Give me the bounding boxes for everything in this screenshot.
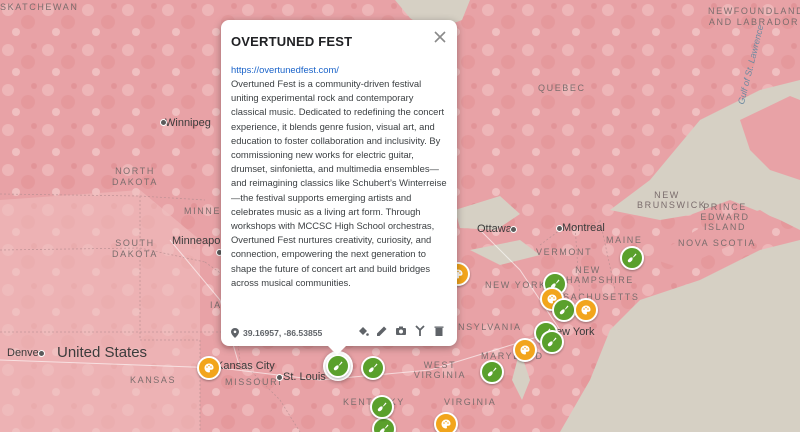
popup-title: OVERTUNED FEST xyxy=(231,34,353,49)
selected-marker[interactable] xyxy=(326,354,350,378)
city-dot-icon xyxy=(160,119,167,126)
label-west-virginia: WEST VIRGINIA xyxy=(413,360,467,380)
label-pei: PRINCE EDWARD ISLAND xyxy=(700,202,750,232)
camera-icon[interactable] xyxy=(395,324,407,336)
label-new-york-state: NEW YORK xyxy=(485,280,547,290)
label-north-dakota: NORTH DAKOTA xyxy=(112,166,158,187)
trash-icon[interactable] xyxy=(433,324,445,336)
popup-description: Overtuned Fest is a community-driven fes… xyxy=(231,78,447,288)
paint-bucket-icon[interactable] xyxy=(357,324,369,336)
label-south-dakota: SOUTH DAKOTA xyxy=(112,238,158,259)
map-marker[interactable] xyxy=(370,395,394,419)
label-united-states: United States xyxy=(57,344,148,361)
city-dot-icon xyxy=(276,374,283,381)
label-vermont: VERMONT xyxy=(536,247,593,257)
label-missouri: MISSOURI xyxy=(225,377,283,387)
city-dot-icon xyxy=(556,225,563,232)
label-maine: MAINE xyxy=(606,235,643,245)
guitar-icon xyxy=(627,253,637,263)
place-info-popup: OVERTUNED FEST https://overtunedfest.com… xyxy=(221,20,457,355)
guitar-icon xyxy=(547,337,557,347)
guitar-icon xyxy=(333,361,343,371)
label-montreal: Montreal xyxy=(562,222,605,234)
popup-toolbar xyxy=(357,324,445,336)
palette-icon xyxy=(441,419,451,429)
label-virginia: VIRGINIA xyxy=(444,397,497,407)
route-icon[interactable] xyxy=(414,324,426,336)
map-marker[interactable] xyxy=(434,412,458,432)
label-new-hampshire: NEW HAMPSHIRE xyxy=(566,265,634,285)
map-marker[interactable] xyxy=(620,246,644,270)
map-marker[interactable] xyxy=(540,330,564,354)
label-st-louis: St. Louis xyxy=(283,371,326,383)
pencil-icon[interactable] xyxy=(376,324,388,336)
label-winnipeg: Winnipeg xyxy=(165,117,211,129)
map-marker[interactable] xyxy=(513,338,537,362)
guitar-icon xyxy=(377,402,387,412)
coordinates-text: 39.16957, -86.53855 xyxy=(243,328,323,338)
close-icon[interactable] xyxy=(433,30,447,44)
map-marker[interactable] xyxy=(480,360,504,384)
label-massachusetts: SACHUSETTS xyxy=(563,292,640,302)
city-dot-icon xyxy=(510,226,517,233)
label-partial-state: IA xyxy=(210,300,222,310)
label-kansas-city: Kansas City xyxy=(216,360,275,372)
palette-icon xyxy=(581,305,591,315)
label-kansas: KANSAS xyxy=(130,375,177,385)
map-marker[interactable] xyxy=(197,356,221,380)
label-ottawa: Ottawa xyxy=(477,223,512,235)
guitar-icon xyxy=(368,363,378,373)
label-newfoundland: NEWFOUNDLAND AND LABRADOR xyxy=(708,6,800,27)
map-marker[interactable] xyxy=(574,298,598,322)
guitar-icon xyxy=(379,424,389,432)
coordinates: 39.16957, -86.53855 xyxy=(231,328,322,338)
city-dot-icon xyxy=(38,350,45,357)
map-marker[interactable] xyxy=(552,298,576,322)
label-saskatchewan: SKATCHEWAN xyxy=(0,2,79,12)
guitar-icon xyxy=(487,367,497,377)
label-nova-scotia: NOVA SCOTIA xyxy=(678,238,756,248)
label-pennsylvania: NSYLVANIA xyxy=(458,322,522,332)
map-marker[interactable] xyxy=(361,356,385,380)
guitar-icon xyxy=(559,305,569,315)
label-quebec: QUEBEC xyxy=(538,83,586,93)
palette-icon xyxy=(520,345,530,355)
label-new-brunswick: NEW BRUNSWICK xyxy=(637,190,707,210)
location-pin-icon xyxy=(231,328,239,338)
palette-icon xyxy=(204,363,214,373)
website-link[interactable]: https://overtunedfest.com/ xyxy=(231,64,339,75)
